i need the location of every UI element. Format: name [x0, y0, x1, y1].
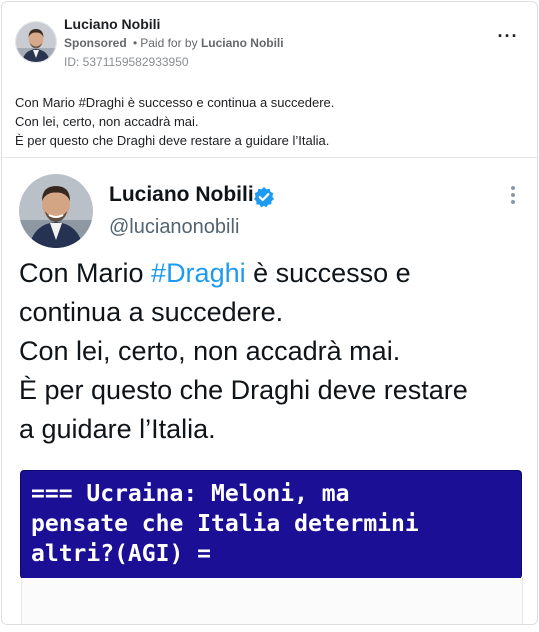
more-options-button[interactable]: ··· [494, 27, 522, 50]
separator-dot: • [133, 36, 138, 50]
more-vertical-icon [509, 186, 517, 208]
tweet-line: Con lei, certo, non accadrà mai. [19, 336, 401, 366]
tweet-line-end: è successo e [245, 258, 411, 288]
tweet-line: Con Mario #Draghi è successo e [19, 254, 529, 293]
ad-body-line: È per questo che Draghi deve restare a g… [15, 133, 330, 148]
verified-badge-icon [254, 187, 274, 208]
advertiser-avatar[interactable] [15, 21, 57, 63]
ad-card: Luciano Nobili Sponsored • Paid for by Lu… [1, 1, 538, 625]
paid-for-label: Paid for by [140, 36, 198, 50]
advertiser-name[interactable]: Luciano Nobili [64, 16, 160, 32]
sponsored-label: Sponsored [64, 36, 127, 50]
hashtag-link: #Draghi [151, 258, 246, 288]
headline-line: === Ucraina: Meloni, ma [31, 481, 350, 507]
tweet-line: a guidare l’Italia. [19, 414, 216, 444]
headline-line: pensate che Italia determini [31, 511, 419, 537]
tweet-handle: @lucianonobili [109, 216, 240, 238]
person-photo-icon [19, 174, 93, 248]
news-card-body [21, 578, 523, 624]
tweet-text: Con Mario #Draghi è successo e continua … [19, 254, 529, 449]
ad-creative-image[interactable]: Luciano Nobili @lucianonobili Con Mario … [3, 158, 536, 624]
ad-disclaimer: Sponsored • Paid for by Luciano Nobili [64, 36, 284, 50]
headline-line: altri?(AGI) = [31, 541, 212, 567]
tweet-line: È per questo che Draghi deve restare [19, 375, 468, 405]
person-photo-icon [16, 22, 56, 62]
tweet-display-name: Luciano Nobili [109, 183, 254, 206]
tweet-line-start: Con Mario [19, 258, 152, 288]
ad-body-text: Con Mario #Draghi è successo e continua … [15, 93, 525, 150]
ad-id: ID: 5371159582933950 [64, 55, 189, 69]
paid-for-name[interactable]: Luciano Nobili [201, 36, 284, 50]
more-horizontal-icon: ··· [497, 26, 519, 46]
news-headline-card: === Ucraina: Meloni, ma pensate che Ital… [21, 471, 521, 578]
tweet-author-avatar [19, 174, 93, 248]
tweet-line: continua a succedere. [19, 297, 284, 327]
ad-body-line: Con lei, certo, non accadrà mai. [15, 114, 199, 129]
news-headline-text: === Ucraina: Meloni, ma pensate che Ital… [31, 479, 519, 569]
ad-body-line: Con Mario #Draghi è successo e continua … [15, 95, 335, 110]
